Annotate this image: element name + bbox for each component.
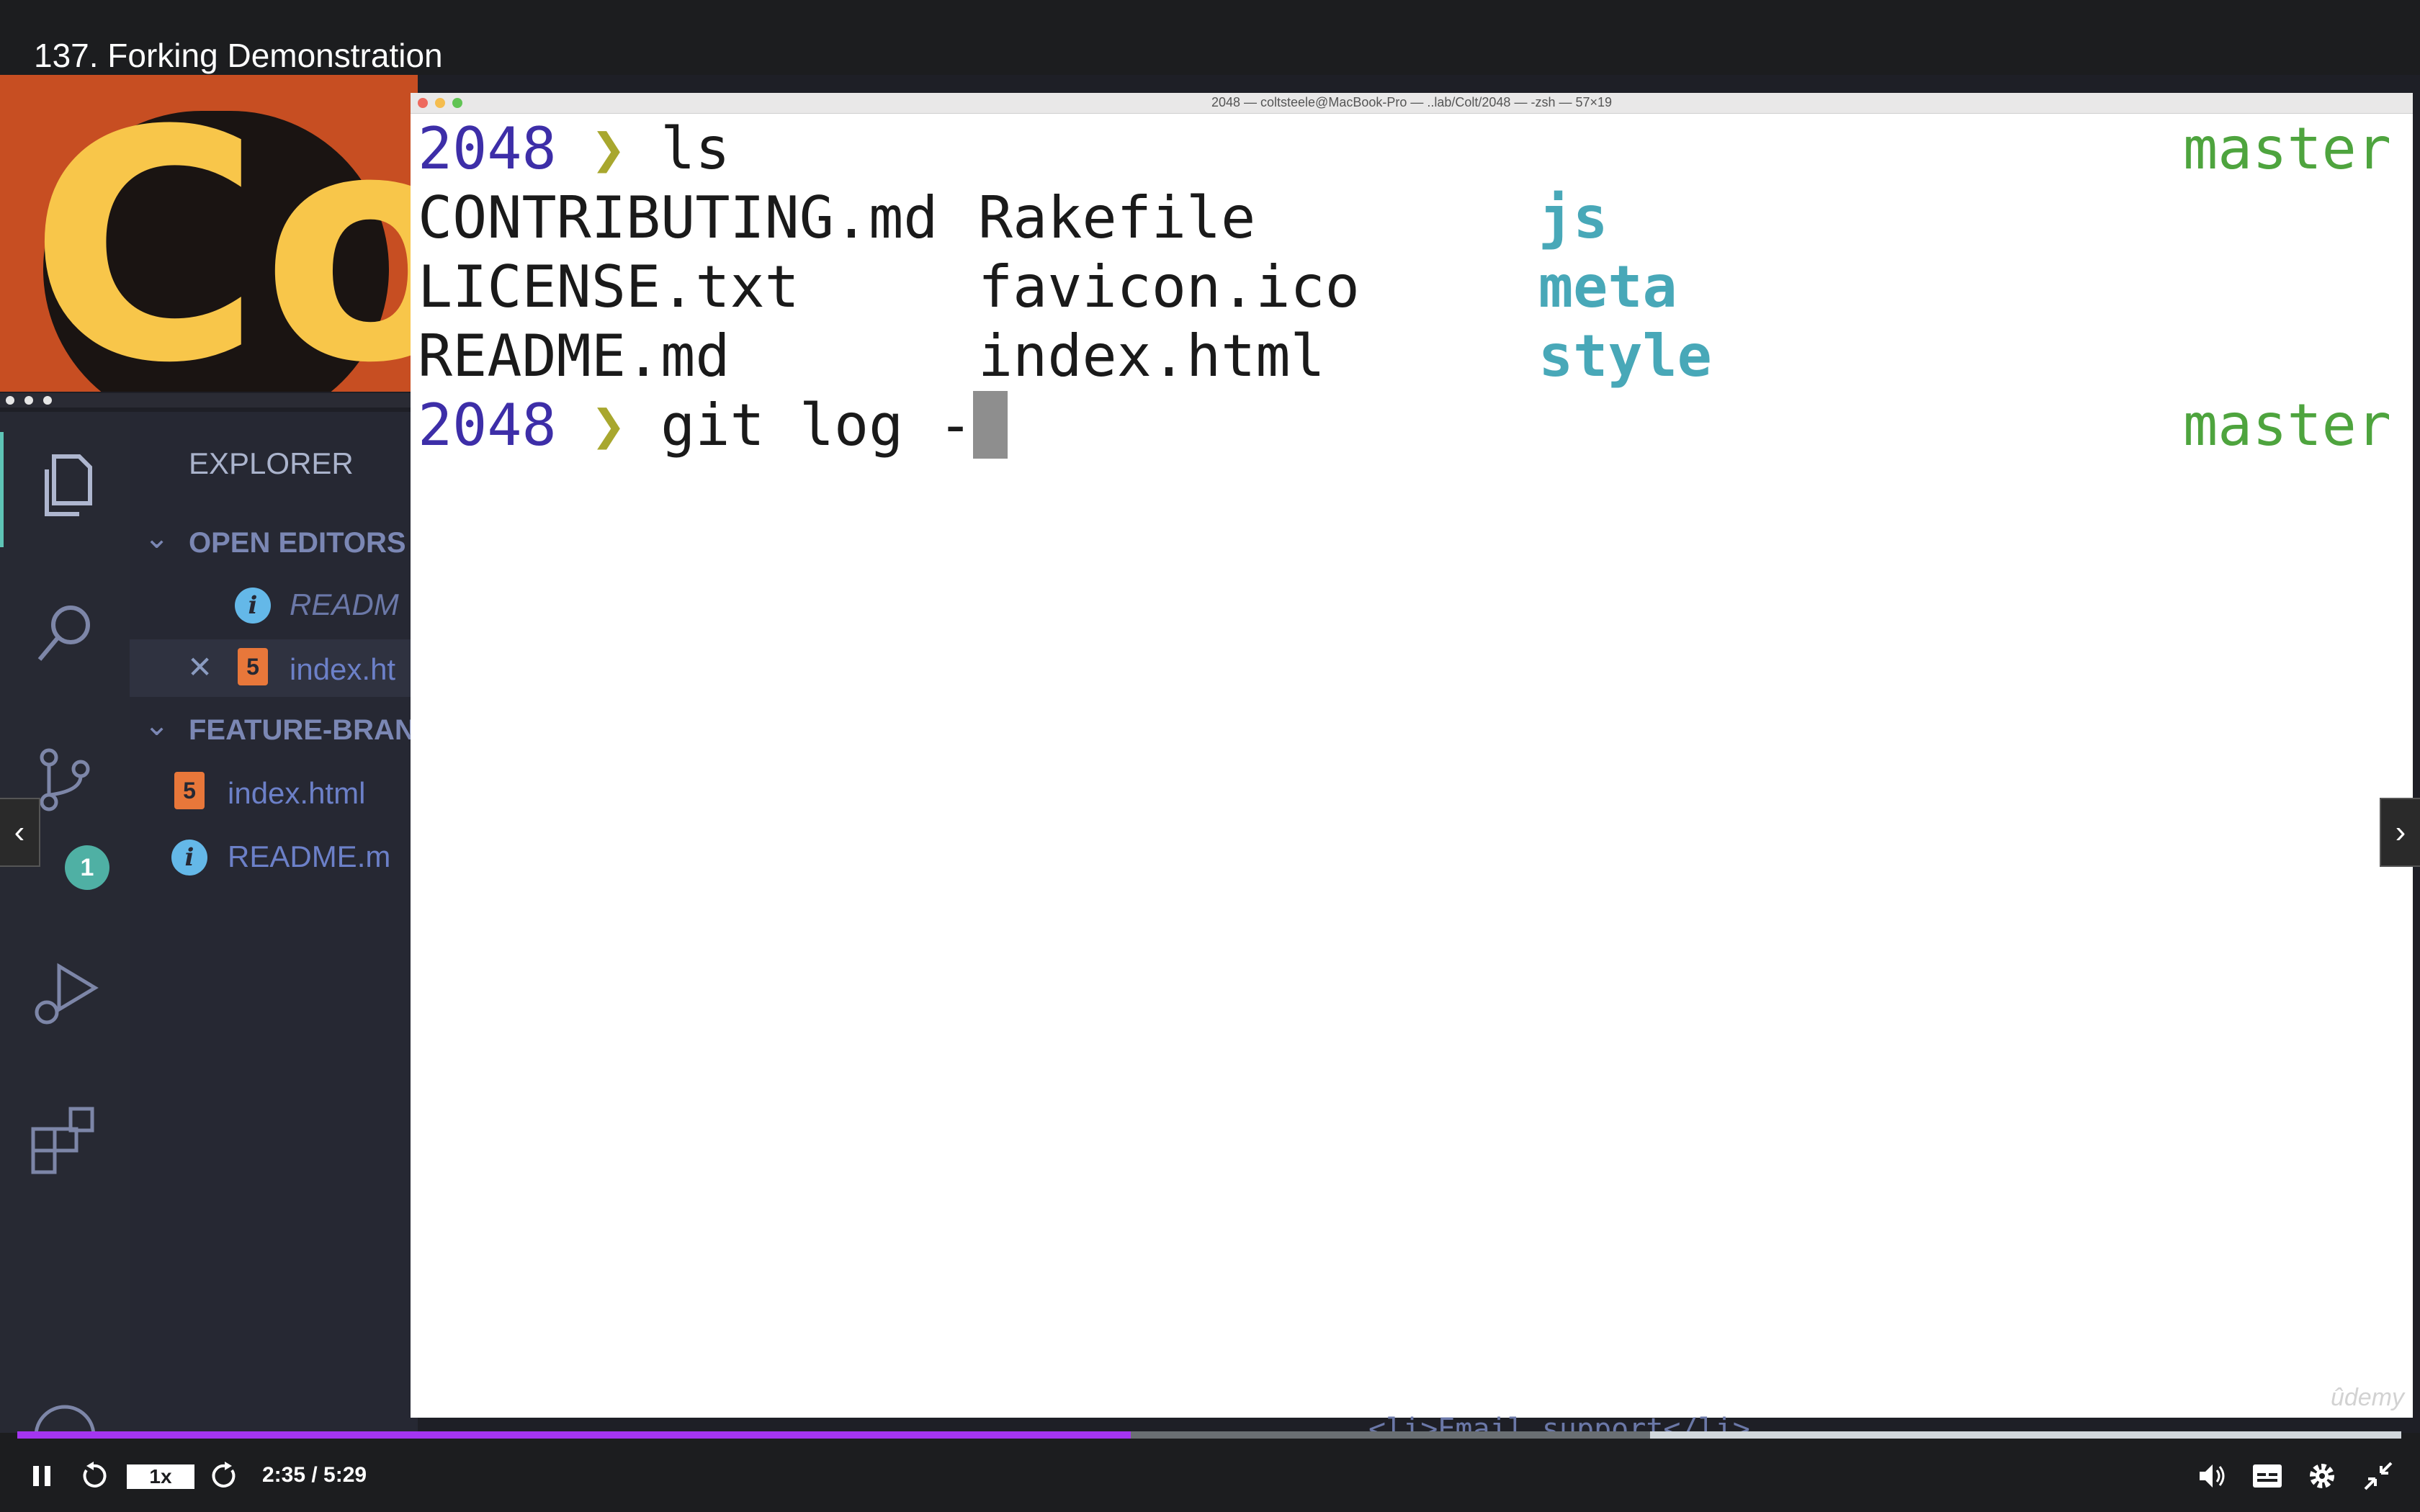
lecture-title-bar: 137. Forking Demonstration (0, 0, 2420, 75)
account-icon[interactable] (29, 1385, 101, 1433)
explorer-panel: EXPLORER ⌄ OPEN EDITORS i READM ✕ 5 inde… (130, 412, 418, 1433)
run-debug-icon[interactable] (29, 959, 101, 1031)
ls-dir-row2: meta (1538, 253, 1677, 320)
html5-icon: 5 (174, 772, 205, 809)
terminal-line-1: 2048 ❯ ls (418, 114, 730, 184)
file-index-html[interactable]: index.html (228, 776, 365, 811)
terminal-window[interactable]: 2048 — coltsteele@MacBook-Pro — ..lab/Co… (411, 93, 2413, 1418)
ls-col1-row2: LICENSE.txt (418, 253, 799, 320)
chevron-right-icon: › (2395, 814, 2406, 850)
open-editor-readme[interactable]: READM (290, 588, 399, 622)
previous-lecture-button[interactable]: ‹ (0, 798, 40, 867)
ls-col2-row2: favicon.ico (978, 253, 1360, 320)
course-logo-banner: Co (0, 75, 418, 392)
prompt-dir: 2048 (418, 392, 557, 459)
exit-fullscreen-icon[interactable] (2362, 1460, 2394, 1492)
open-editors-header[interactable]: OPEN EDITORS (189, 527, 406, 559)
time-display: 2:35 / 5:29 (262, 1463, 367, 1487)
ls-col2-row3: index.html (978, 323, 1325, 390)
git-branch: master (2183, 392, 2391, 459)
scm-badge: 1 (65, 845, 109, 890)
next-lecture-button[interactable]: › (2380, 798, 2420, 867)
git-branch: master (2183, 115, 2391, 182)
dot-icon (6, 396, 14, 405)
file-readme[interactable]: README.m (228, 840, 390, 874)
settings-gear-icon[interactable] (2306, 1460, 2338, 1492)
ls-col1-row3: README.md (418, 323, 730, 390)
udemy-watermark: ûdemy (2330, 1384, 2404, 1411)
html5-icon: 5 (238, 648, 268, 685)
pause-icon[interactable] (27, 1462, 56, 1490)
buffered-bar (1650, 1431, 2401, 1439)
command-input[interactable]: git log - (660, 392, 972, 459)
dot-icon (24, 396, 33, 405)
terminal-titlebar: 2048 — coltsteele@MacBook-Pro — ..lab/Co… (411, 93, 2413, 114)
ls-dir-row1: js (1538, 184, 1608, 251)
prompt-arrow-icon: ❯ (591, 115, 626, 182)
command-text: ls (660, 115, 730, 182)
open-editor-index[interactable]: index.ht (290, 652, 395, 687)
terminal-title: 2048 — coltsteele@MacBook-Pro — ..lab/Co… (1211, 95, 1613, 109)
search-icon[interactable] (29, 596, 101, 668)
prompt-arrow-icon: ❯ (591, 392, 626, 459)
terminal-line-5: 2048 ❯ git log - (418, 391, 1008, 460)
ls-dir-row3: style (1538, 323, 1712, 390)
progress-bar[interactable] (17, 1431, 2401, 1439)
files-icon[interactable] (29, 449, 101, 521)
player-controls: 1x 2:35 / 5:29 (0, 1439, 2420, 1512)
extensions-icon[interactable] (29, 1104, 101, 1176)
window-dots (0, 393, 418, 408)
vscode-activity-bar: 1 (0, 412, 130, 1433)
chevron-down-icon[interactable]: ⌄ (144, 520, 169, 555)
active-indicator (0, 432, 4, 547)
code-peek: <li>Email support</li> (1368, 1413, 1750, 1433)
terminal-cursor (972, 391, 1008, 459)
chevron-left-icon: ‹ (14, 814, 25, 850)
explorer-title: EXPLORER (189, 446, 354, 480)
lecture-title: 137. Forking Demonstration (34, 37, 443, 74)
captions-icon[interactable] (2251, 1462, 2283, 1490)
ls-col2-row1: Rakefile (978, 184, 1256, 251)
dot-icon (43, 396, 52, 405)
info-icon: i (171, 840, 207, 876)
course-logo: Co (29, 75, 418, 392)
rewind-icon[interactable] (78, 1460, 109, 1492)
video-frame[interactable]: Co 1 EXPLORER ⌄ OPEN EDITORS i READM ✕ 5… (0, 75, 2420, 1433)
info-icon: i (235, 588, 271, 624)
folder-header[interactable]: FEATURE-BRAN (189, 714, 416, 747)
played-bar (17, 1431, 1131, 1439)
prompt-dir: 2048 (418, 115, 557, 182)
close-icon[interactable]: ✕ (187, 649, 212, 685)
chevron-down-icon[interactable]: ⌄ (144, 707, 169, 742)
forward-icon[interactable] (209, 1460, 241, 1492)
playback-speed-button[interactable]: 1x (127, 1464, 194, 1489)
ls-col1-row1: CONTRIBUTING.md (418, 184, 938, 251)
volume-icon[interactable] (2197, 1460, 2228, 1492)
